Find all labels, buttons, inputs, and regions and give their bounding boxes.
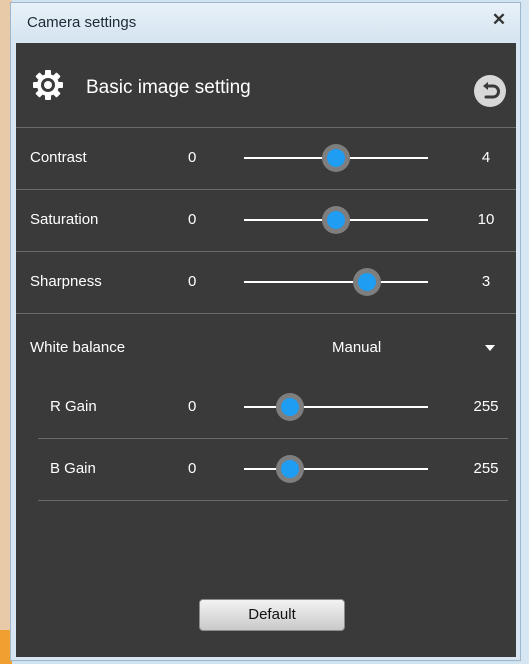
sharpness-label: Sharpness bbox=[30, 273, 102, 290]
saturation-max: 10 bbox=[477, 211, 495, 228]
camera-settings-window: Camera settings ✕ Basic image setting Co… bbox=[10, 2, 521, 661]
gear-icon bbox=[33, 70, 63, 100]
undo-icon bbox=[483, 82, 500, 99]
sharpness-min: 0 bbox=[188, 273, 197, 290]
white-balance-select[interactable]: Manual bbox=[332, 339, 381, 356]
r-gain-max: 255 bbox=[473, 398, 499, 415]
saturation-slider[interactable] bbox=[244, 206, 428, 234]
r-gain-label: R Gain bbox=[50, 398, 97, 415]
close-icon[interactable]: ✕ bbox=[488, 9, 510, 31]
contrast-label: Contrast bbox=[30, 149, 87, 166]
titlebar: Camera settings ✕ bbox=[11, 3, 520, 41]
saturation-slider-thumb[interactable] bbox=[322, 206, 350, 234]
white-balance-row: White balance Manual bbox=[16, 315, 516, 375]
r-gain-slider-thumb[interactable] bbox=[276, 393, 305, 421]
r-gain-slider[interactable] bbox=[244, 393, 428, 421]
window-title: Camera settings bbox=[27, 14, 137, 31]
b-gain-slider-thumb[interactable] bbox=[276, 455, 305, 483]
b-gain-min: 0 bbox=[188, 460, 197, 477]
saturation-row: Saturation 0 10 bbox=[16, 190, 516, 252]
r-gain-row: R Gain 0 255 bbox=[38, 377, 508, 439]
sharpness-slider[interactable] bbox=[244, 268, 428, 296]
saturation-min: 0 bbox=[188, 211, 197, 228]
sharpness-row: Sharpness 0 3 bbox=[16, 252, 516, 314]
b-gain-max: 255 bbox=[473, 460, 499, 477]
saturation-label: Saturation bbox=[30, 211, 99, 228]
contrast-row: Contrast 0 4 bbox=[16, 128, 516, 190]
default-button[interactable]: Default bbox=[199, 599, 345, 631]
b-gain-row: B Gain 0 255 bbox=[38, 439, 508, 501]
panel-title: Basic image setting bbox=[86, 77, 251, 98]
panel-header: Basic image setting bbox=[16, 43, 516, 128]
settings-panel: Basic image setting Contrast 0 4 Saturat… bbox=[16, 43, 516, 657]
b-gain-label: B Gain bbox=[50, 460, 96, 477]
back-button[interactable] bbox=[474, 75, 506, 107]
b-gain-slider[interactable] bbox=[244, 455, 428, 483]
r-gain-min: 0 bbox=[188, 398, 197, 415]
chevron-down-icon[interactable] bbox=[485, 345, 495, 351]
contrast-min: 0 bbox=[188, 149, 197, 166]
contrast-slider[interactable] bbox=[244, 144, 428, 172]
contrast-max: 4 bbox=[481, 149, 491, 166]
sharpness-slider-thumb[interactable] bbox=[352, 268, 381, 296]
sharpness-max: 3 bbox=[481, 273, 491, 290]
white-balance-label: White balance bbox=[30, 339, 126, 356]
contrast-slider-thumb[interactable] bbox=[322, 144, 350, 172]
